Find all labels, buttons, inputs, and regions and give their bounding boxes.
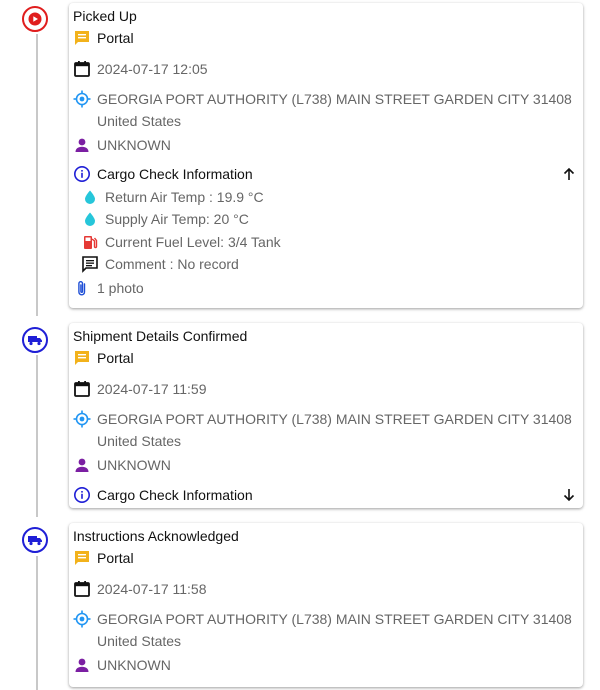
event-title: Shipment Details Confirmed (73, 328, 248, 344)
person-icon (73, 656, 91, 674)
source-label: Portal (97, 30, 134, 46)
user-label: UNKNOWN (97, 457, 171, 473)
source-label: Portal (97, 350, 134, 366)
cargo-check-toggle[interactable]: Cargo Check Information (73, 165, 253, 183)
location-row: GEORGIA PORT AUTHORITY (L738) MAIN STREE… (73, 410, 572, 428)
event-card-shipment-confirmed: Shipment Details Confirmed Portal 2024-0… (69, 323, 583, 508)
calendar-icon (73, 380, 91, 398)
water-drop-icon (81, 188, 99, 206)
timeline-line (36, 355, 38, 517)
expand-arrow-icon[interactable] (561, 487, 577, 503)
supply-air-row: Supply Air Temp: 20 °C (81, 210, 249, 228)
fuel-row: Current Fuel Level: 3/4 Tank (81, 233, 281, 251)
supply-air-text: Supply Air Temp: 20 °C (105, 211, 249, 227)
person-icon (73, 456, 91, 474)
paperclip-icon (73, 279, 91, 297)
cargo-check-label: Cargo Check Information (97, 487, 253, 503)
fuel-text: Current Fuel Level: 3/4 Tank (105, 234, 281, 250)
event-title: Picked Up (73, 8, 137, 24)
user-label: UNKNOWN (97, 657, 171, 673)
person-icon (73, 136, 91, 154)
address-line2: United States (97, 113, 182, 129)
datetime-row: 2024-07-17 12:05 (73, 60, 208, 78)
datetime-row: 2024-07-17 11:59 (73, 380, 207, 398)
cargo-check-label: Cargo Check Information (97, 166, 253, 182)
address-line2: United States (97, 433, 182, 449)
source-row: Portal (73, 549, 134, 567)
chat-icon (73, 349, 91, 367)
comment-icon (81, 255, 99, 273)
cargo-check-toggle[interactable]: Cargo Check Information (73, 486, 253, 504)
address-line1: GEORGIA PORT AUTHORITY (L738) MAIN STREE… (97, 411, 572, 427)
event-datetime: 2024-07-17 12:05 (97, 61, 208, 77)
address-line1: GEORGIA PORT AUTHORITY (L738) MAIN STREE… (97, 611, 572, 627)
source-row: Portal (73, 29, 134, 47)
chat-icon (73, 549, 91, 567)
address-line2: United States (97, 633, 182, 649)
comment-text: Comment : No record (105, 256, 239, 272)
water-drop-icon (81, 210, 99, 228)
fuel-pump-icon (81, 233, 99, 251)
event-datetime: 2024-07-17 11:58 (97, 581, 207, 597)
user-row: UNKNOWN (73, 456, 171, 474)
return-air-row: Return Air Temp : 19.9 °C (81, 188, 264, 206)
location-icon (73, 410, 91, 428)
photo-count: 1 photo (97, 280, 144, 296)
chat-icon (73, 29, 91, 47)
user-row: UNKNOWN (73, 136, 171, 154)
comment-row: Comment : No record (81, 255, 239, 273)
event-card-picked-up: Picked Up Portal 2024-07-17 12:05 GEORGI… (69, 3, 583, 308)
event-card-instructions-acknowledged: Instructions Acknowledged Portal 2024-07… (69, 523, 583, 687)
timeline-line (36, 556, 38, 690)
info-icon (73, 165, 91, 183)
source-row: Portal (73, 349, 134, 367)
location-icon (73, 610, 91, 628)
address-line1: GEORGIA PORT AUTHORITY (L738) MAIN STREE… (97, 91, 572, 107)
collapse-arrow-icon[interactable] (561, 166, 577, 182)
calendar-icon (73, 580, 91, 598)
event-title: Instructions Acknowledged (73, 528, 239, 544)
timeline-line (36, 34, 38, 316)
location-icon (73, 90, 91, 108)
location-row: GEORGIA PORT AUTHORITY (L738) MAIN STREE… (73, 90, 572, 108)
location-row: GEORGIA PORT AUTHORITY (L738) MAIN STREE… (73, 610, 572, 628)
datetime-row: 2024-07-17 11:58 (73, 580, 207, 598)
truck-status-icon (22, 527, 48, 553)
user-label: UNKNOWN (97, 137, 171, 153)
truck-status-icon (22, 327, 48, 353)
picked-up-status-icon (22, 6, 48, 32)
event-datetime: 2024-07-17 11:59 (97, 381, 207, 397)
photo-attachment-link[interactable]: 1 photo (73, 279, 144, 297)
return-air-text: Return Air Temp : 19.9 °C (105, 189, 264, 205)
calendar-icon (73, 60, 91, 78)
info-icon (73, 486, 91, 504)
user-row: UNKNOWN (73, 656, 171, 674)
source-label: Portal (97, 550, 134, 566)
